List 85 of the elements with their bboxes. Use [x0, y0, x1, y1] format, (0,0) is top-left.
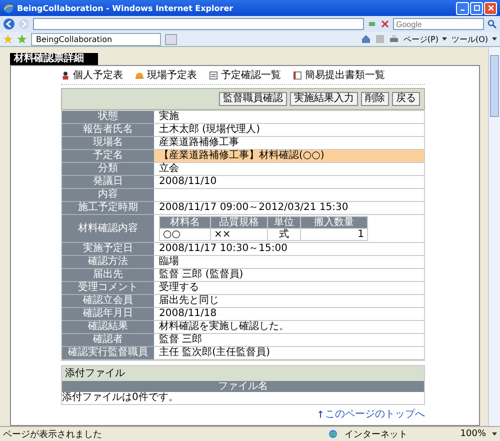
close-icon: [486, 4, 494, 12]
column-header: ファイル名: [62, 381, 424, 392]
caret-icon[interactable]: [492, 432, 497, 436]
field-value: 監督 三郎 (監督員): [154, 269, 424, 282]
minimize-button[interactable]: [456, 2, 469, 14]
field-value: 土木太郎 (現場代理人): [154, 124, 424, 137]
field-value: 2008/11/17 09:00～2012/03/21 15:30: [154, 202, 424, 215]
nav-link[interactable]: 個人予定表: [73, 68, 123, 82]
attachments-title: 添付ファイル: [62, 366, 424, 381]
field-label: 状態: [62, 111, 154, 124]
field-value: 受理する: [154, 282, 424, 295]
field-label: 施工予定時期: [62, 202, 154, 215]
nav-link[interactable]: 予定確認一覧: [221, 68, 281, 82]
page-top-link[interactable]: このページのトップへ: [325, 407, 425, 421]
field-value: 産業道路補修工事: [154, 137, 424, 150]
security-zone: インターネット: [344, 428, 408, 440]
globe-icon: [3, 2, 14, 14]
field-value: 届出先と同じ: [154, 295, 424, 308]
address-field[interactable]: [33, 18, 364, 30]
action-button[interactable]: 戻る: [392, 92, 420, 106]
field-label: 確認年月日: [62, 308, 154, 321]
caret-icon[interactable]: [492, 37, 497, 41]
field-label: 確認方法: [62, 256, 154, 269]
field-label: 報告者氏名: [62, 124, 154, 137]
browser-tab[interactable]: BeingCollaboration: [31, 32, 161, 46]
person-icon[interactable]: [61, 70, 70, 80]
field-value: 材料確認を実施し確認した。: [154, 321, 424, 334]
field-value: 2008/11/17 10:30～15:00: [154, 243, 424, 256]
column-header: 品質規格: [210, 216, 268, 228]
field-label: 内容: [62, 189, 154, 202]
caret-icon[interactable]: [442, 37, 448, 41]
column-header: 単位: [268, 216, 300, 228]
toolbar-menu[interactable]: ツール(O): [451, 34, 488, 44]
action-button[interactable]: 実施結果入力: [290, 92, 358, 106]
list-icon[interactable]: [209, 70, 218, 80]
zoom-level[interactable]: 100%: [460, 429, 486, 439]
search-field[interactable]: Google: [393, 18, 484, 30]
up-arrow-icon: [318, 410, 323, 418]
stop-icon[interactable]: [380, 19, 390, 29]
field-value: 2008/11/10: [154, 176, 424, 189]
field-label: 確認立会員: [62, 295, 154, 308]
scrollbar[interactable]: [488, 47, 500, 426]
column-header: 搬入数量: [300, 216, 368, 228]
field-value: 2008/11/18: [154, 308, 424, 321]
table-cell: 1: [300, 228, 368, 240]
status-message: ページが表示されました: [3, 428, 103, 440]
field-label: 分類: [62, 163, 154, 176]
action-button[interactable]: 監督職員確認: [219, 92, 287, 106]
field-label: 予定名: [62, 150, 154, 163]
close-button[interactable]: [484, 2, 497, 14]
field-label: 受理コメント: [62, 282, 154, 295]
table-cell: ××: [210, 228, 268, 240]
field-label: 材料確認内容: [62, 215, 154, 243]
nav-link[interactable]: 簡易提出書類一覧: [305, 68, 385, 82]
column-header: 材料名: [160, 216, 210, 228]
nav-link[interactable]: 現場予定表: [147, 68, 197, 82]
action-button[interactable]: 削除: [361, 92, 389, 106]
field-label: 届出先: [62, 269, 154, 282]
maximize-icon: [472, 4, 480, 12]
globe-icon: [328, 429, 338, 439]
toolbar-menu[interactable]: ページ(P): [403, 34, 438, 44]
field-label: 実施予定日: [62, 243, 154, 256]
star-icon[interactable]: [3, 34, 13, 44]
window-title: BeingCollaboration - Windows Internet Explorer: [17, 4, 234, 12]
home-icon[interactable]: [361, 34, 372, 44]
field-label: 確認実行監督職員: [62, 347, 154, 360]
table-cell: ○○: [160, 228, 210, 240]
field-label: 現場名: [62, 137, 154, 150]
field-value: 立会: [154, 163, 424, 176]
field-value: 実施: [154, 111, 424, 124]
back-icon[interactable]: [3, 18, 15, 30]
field-label: 確認者: [62, 334, 154, 347]
helmet-icon[interactable]: [135, 70, 144, 80]
printer-icon[interactable]: [389, 34, 400, 44]
field-value: 臨場: [154, 256, 424, 269]
document-icon[interactable]: [293, 70, 302, 80]
field-label: 発議日: [62, 176, 154, 189]
field-value: 【産業道路補修工事】材料確認(○○): [154, 150, 424, 163]
field-label: 確認結果: [62, 321, 154, 334]
empty-message: 添付ファイルは0件です。: [62, 392, 180, 404]
maximize-button[interactable]: [470, 2, 483, 14]
field-value: 監督 三郎: [154, 334, 424, 347]
field-value: 主任 監次郎(主任監督員): [154, 347, 424, 360]
search-icon[interactable]: [487, 19, 497, 29]
table-cell: 式: [268, 228, 300, 240]
